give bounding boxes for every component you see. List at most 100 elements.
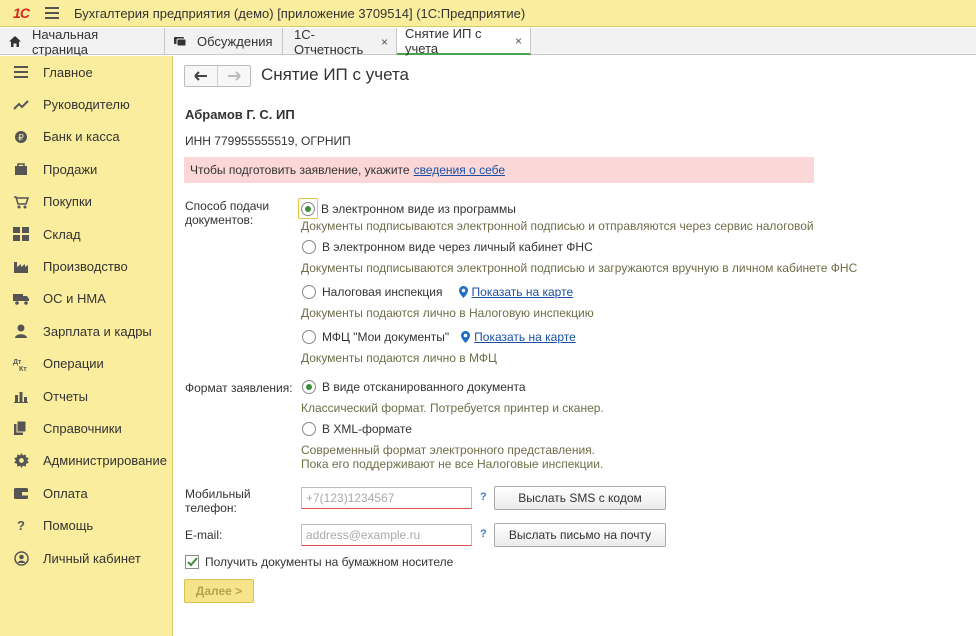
sidebar-item-label: Производство — [43, 259, 128, 275]
main-form: Снятие ИП с учета Абрамов Г. С. ИП ИНН 7… — [174, 56, 976, 636]
tab-home[interactable]: Начальная страница — [0, 26, 165, 57]
radio-button[interactable] — [302, 330, 316, 344]
radio-label: В XML-формате — [322, 422, 412, 436]
sidebar-item-label: Банк и касса — [43, 129, 120, 145]
close-icon[interactable]: × — [381, 35, 388, 49]
sidebar-item-label: Помощь — [43, 518, 94, 534]
show-on-map-link[interactable]: Показать на карте — [472, 285, 574, 299]
email-help-icon[interactable]: ? — [480, 528, 487, 540]
tab-1c-reporting[interactable]: 1С-Отчетность × — [283, 26, 397, 57]
next-button[interactable]: Далее > — [184, 579, 254, 603]
checkbox-label: Получить документы на бумажном носителе — [205, 555, 454, 569]
send-email-button[interactable]: Выслать письмо на почту — [494, 523, 666, 547]
arrow-right-icon — [228, 71, 241, 81]
factory-icon — [12, 259, 30, 275]
operations-icon: Дт Кт — [12, 356, 30, 372]
radio-label: В электронном виде через личный кабинет … — [322, 240, 593, 254]
tab-ip-deregistration[interactable]: Снятие ИП с учета × — [397, 25, 531, 56]
radio-electronic-fns-cabinet[interactable]: В электронном виде через личный кабинет … — [302, 240, 593, 254]
home-icon — [8, 35, 22, 49]
main-menu-icon[interactable] — [45, 7, 59, 19]
phone-input[interactable] — [301, 487, 472, 509]
bag-icon — [12, 161, 30, 177]
personal-info-link[interactable]: сведения о себе — [414, 163, 505, 177]
tab-discussions[interactable]: Обсуждения — [165, 28, 283, 55]
svg-text:Дт: Дт — [13, 359, 22, 366]
email-input[interactable] — [301, 524, 472, 546]
radio-label: В виде отсканированного документа — [322, 380, 526, 394]
sidebar-item-purchases[interactable]: Покупки — [0, 186, 172, 218]
menu-lines-icon — [12, 64, 30, 80]
sidebar-item-warehouse[interactable]: Склад — [0, 218, 172, 250]
sidebar-item-help[interactable]: ? Помощь — [0, 509, 172, 541]
gear-icon — [12, 453, 30, 469]
phone-help-icon[interactable]: ? — [480, 491, 487, 503]
email-label: E-mail: — [185, 528, 223, 542]
paper-documents-checkbox-row[interactable]: Получить документы на бумажном носителе — [185, 555, 453, 569]
sidebar: Главное Руководителю ₽ Банк и касса Прод… — [0, 56, 173, 636]
radio-label: МФЦ "Мои документы" — [322, 330, 450, 344]
sidebar-item-personal-account[interactable]: Личный кабинет — [0, 542, 172, 574]
sidebar-item-payment[interactable]: Оплата — [0, 477, 172, 509]
radio-focus-frame — [298, 198, 318, 219]
radio-button[interactable] — [302, 240, 316, 254]
sidebar-item-label: Администрирование — [43, 453, 167, 469]
trend-icon — [12, 97, 30, 113]
svg-text:₽: ₽ — [18, 132, 24, 142]
sidebar-item-label: Отчеты — [43, 388, 88, 404]
tab-1c-reporting-label: 1С-Отчетность — [294, 26, 364, 57]
sidebar-item-label: Склад — [43, 226, 81, 242]
tab-discussions-label: Обсуждения — [197, 34, 273, 49]
sidebar-item-label: ОС и НМА — [43, 291, 106, 307]
org-name: Абрамов Г. С. ИП — [185, 107, 295, 122]
coin-icon: ₽ — [12, 129, 30, 145]
sidebar-item-catalogs[interactable]: Справочники — [0, 412, 172, 444]
sidebar-item-administration[interactable]: Администрирование — [0, 445, 172, 477]
sidebar-item-label: Руководителю — [43, 97, 130, 113]
sidebar-item-sales[interactable]: Продажи — [0, 153, 172, 185]
tax-office-map-link[interactable]: Показать на карте — [458, 285, 574, 299]
radio-button[interactable] — [302, 422, 316, 436]
grid-icon — [12, 226, 30, 242]
option-description: Документы подаются лично в Налоговую инс… — [301, 306, 594, 320]
sidebar-item-label: Главное — [43, 64, 93, 80]
sidebar-item-reports[interactable]: Отчеты — [0, 380, 172, 412]
sidebar-item-bank[interactable]: ₽ Банк и касса — [0, 121, 172, 153]
sidebar-item-main[interactable]: Главное — [0, 56, 172, 88]
close-icon[interactable]: × — [515, 34, 522, 48]
page-title: Снятие ИП с учета — [261, 65, 410, 84]
radio-xml-format[interactable]: В XML-формате — [302, 422, 412, 436]
chat-icon — [173, 35, 187, 49]
sidebar-item-manager[interactable]: Руководителю — [0, 88, 172, 120]
radio-electronic-program[interactable]: В электронном виде из программы — [298, 198, 516, 219]
map-pin-icon — [458, 286, 468, 298]
option-description: Документы подаются лично в МФЦ — [301, 351, 497, 365]
back-button[interactable] — [185, 66, 217, 86]
radio-button[interactable] — [301, 202, 315, 216]
sidebar-item-production[interactable]: Производство — [0, 250, 172, 282]
radio-label: В электронном виде из программы — [321, 201, 516, 216]
radio-mfc[interactable]: МФЦ "Мои документы" Показать на карте — [302, 330, 576, 344]
books-icon — [12, 420, 30, 436]
truck-icon — [12, 291, 30, 307]
question-icon: ? — [17, 518, 25, 534]
radio-tax-office[interactable]: Налоговая инспекция Показать на карте — [302, 285, 573, 299]
tab-home-label: Начальная страница — [32, 26, 99, 57]
sidebar-item-fixed-assets[interactable]: ОС и НМА — [0, 283, 172, 315]
sidebar-item-salary[interactable]: Зарплата и кадры — [0, 315, 172, 347]
cart-icon — [12, 194, 30, 210]
option-description: Классический формат. Потребуется принтер… — [301, 401, 604, 415]
radio-scanned-format[interactable]: В виде отсканированного документа — [302, 380, 526, 394]
map-pin-icon — [461, 331, 471, 343]
sidebar-item-operations[interactable]: Дт Кт Операции — [0, 348, 172, 380]
tab-ip-deregistration-label: Снятие ИП с учета — [405, 25, 482, 56]
inn-ogrnip: ИНН 779955555519, ОГРНИП — [185, 134, 351, 148]
mfc-map-link[interactable]: Показать на карте — [461, 330, 576, 344]
checkmark-icon — [186, 557, 198, 567]
paper-documents-checkbox[interactable] — [185, 555, 199, 569]
radio-button[interactable] — [302, 285, 316, 299]
show-on-map-link[interactable]: Показать на карте — [474, 330, 576, 344]
radio-button[interactable] — [302, 380, 316, 394]
send-sms-button[interactable]: Выслать SMS с кодом — [494, 486, 666, 510]
forward-button[interactable] — [217, 66, 250, 86]
